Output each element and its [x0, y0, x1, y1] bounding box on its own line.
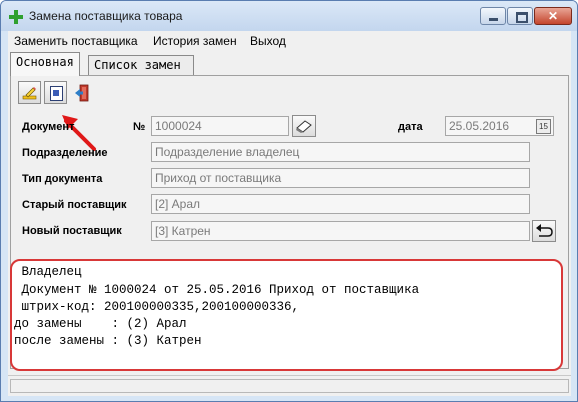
exit-button[interactable] — [70, 81, 93, 104]
undo-replace-button[interactable] — [532, 220, 556, 242]
old-supplier-field[interactable]: [2] Арал — [151, 194, 530, 214]
minimize-button[interactable] — [480, 7, 506, 25]
client-area: Заменить поставщика История замен Выход … — [8, 31, 571, 396]
document-label: Документ — [22, 121, 75, 133]
number-label: № — [133, 121, 146, 133]
window-title: Замена поставщика товара — [29, 9, 183, 23]
report-icon — [50, 86, 63, 101]
app-window: Замена поставщика товара ✕ Заменить пост… — [0, 0, 578, 402]
exit-icon — [75, 84, 89, 102]
tab-replace-list[interactable]: Список замен — [88, 55, 194, 75]
pencil-icon — [22, 87, 37, 100]
calendar-button[interactable]: 15 — [536, 119, 551, 134]
tab-main[interactable]: Основная — [10, 52, 80, 76]
date-label: дата — [398, 121, 423, 133]
status-bar — [8, 375, 571, 396]
undo-icon — [536, 224, 553, 237]
doc-type-label: Тип документа — [22, 173, 103, 185]
division-label: Подразделение — [22, 147, 108, 159]
division-field[interactable]: Подразделение владелец — [151, 142, 530, 162]
select-document-button[interactable] — [292, 115, 316, 137]
maximize-button[interactable] — [507, 7, 533, 25]
title-bar[interactable]: Замена поставщика товара ✕ — [1, 1, 577, 31]
maximize-icon — [516, 12, 528, 23]
tab-strip: Основная Список замен — [8, 52, 571, 76]
app-cross-icon — [9, 10, 23, 24]
menu-replace-history[interactable]: История замен — [153, 34, 237, 48]
minimize-icon — [489, 18, 498, 21]
doc-type-field[interactable]: Приход от поставщика — [151, 168, 530, 188]
menu-replace-supplier[interactable]: Заменить поставщика — [14, 34, 138, 48]
old-supplier-label: Старый поставщик — [22, 199, 127, 211]
report-button[interactable] — [44, 81, 67, 104]
log-line: после замены : (3) Катрен — [14, 334, 202, 348]
log-line: до замены : (2) Арал — [14, 317, 187, 331]
close-button[interactable]: ✕ — [534, 7, 572, 25]
log-line: Документ № 1000024 от 25.05.2016 Приход … — [14, 283, 420, 297]
status-panel — [10, 379, 569, 393]
menu-exit[interactable]: Выход — [250, 34, 286, 48]
log-line: штрих-код: 200100000335,200100000336, — [14, 300, 300, 314]
menu-bar: Заменить поставщика История замен Выход — [8, 31, 571, 51]
new-supplier-field[interactable]: [3] Катрен — [151, 221, 530, 241]
edit-button[interactable] — [18, 81, 41, 104]
close-icon: ✕ — [547, 9, 559, 23]
eraser-icon — [296, 120, 312, 133]
new-supplier-label: Новый поставщик — [22, 225, 122, 237]
document-number-field[interactable]: 1000024 — [151, 116, 289, 136]
replace-log-panel: Владелец Документ № 1000024 от 25.05.201… — [10, 259, 563, 371]
log-line: Владелец — [14, 265, 82, 279]
